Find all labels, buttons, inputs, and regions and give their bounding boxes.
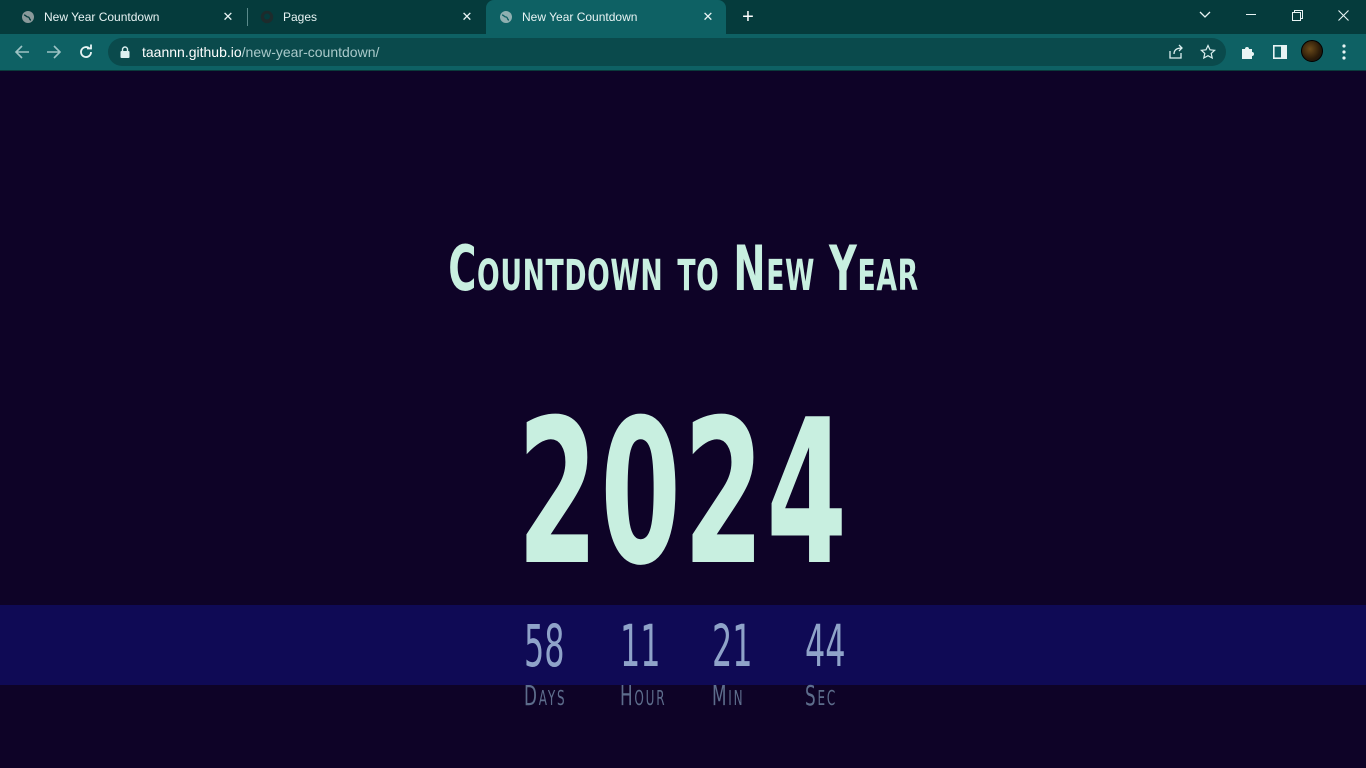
tab-new-year-countdown-2[interactable]: New Year Countdown ✕ xyxy=(486,0,726,34)
url-path: /new-year-countdown/ xyxy=(241,44,380,60)
forward-button[interactable] xyxy=(40,38,68,66)
close-icon[interactable]: ✕ xyxy=(457,7,477,27)
profile-avatar[interactable] xyxy=(1301,40,1323,62)
reload-icon xyxy=(80,44,92,58)
minimize-button[interactable] xyxy=(1228,0,1274,30)
seconds-label: Sec xyxy=(805,679,838,712)
page-title: Countdown to New Year xyxy=(0,229,1366,309)
new-tab-button[interactable]: + xyxy=(736,5,760,29)
countdown-hours: 11 Hour xyxy=(620,613,697,713)
seconds-value: 44 xyxy=(805,612,846,680)
countdown-minutes: 21 Min xyxy=(712,613,786,713)
days-label: Days xyxy=(524,679,567,712)
url-text: taannn.github.io/new-year-countdown/ xyxy=(142,44,379,60)
days-value: 58 xyxy=(524,612,565,680)
arrow-left-icon xyxy=(14,45,29,59)
menu-button[interactable] xyxy=(1330,38,1358,66)
restore-icon xyxy=(1291,9,1303,21)
target-year-text: 2024 xyxy=(516,377,850,610)
minimize-icon xyxy=(1246,14,1256,15)
hours-label: Hour xyxy=(620,679,667,712)
side-panel-button[interactable] xyxy=(1266,38,1294,66)
globe-icon xyxy=(20,9,36,25)
hours-value: 11 xyxy=(620,612,661,680)
target-year: 2024 xyxy=(0,389,1366,599)
close-icon[interactable]: ✕ xyxy=(698,7,718,27)
more-vertical-icon xyxy=(1342,44,1346,60)
share-button[interactable] xyxy=(1162,38,1190,66)
reload-button[interactable] xyxy=(72,38,100,66)
countdown-days: 58 Days xyxy=(524,613,598,713)
bookmark-button[interactable] xyxy=(1194,38,1222,66)
share-icon xyxy=(1169,44,1183,59)
side-panel-icon xyxy=(1273,45,1287,59)
close-window-button[interactable] xyxy=(1320,0,1366,30)
tab-title: New Year Countdown xyxy=(44,10,160,24)
tab-title: New Year Countdown xyxy=(522,10,638,24)
chevron-down-icon xyxy=(1199,11,1211,18)
star-icon xyxy=(1200,44,1216,60)
extensions-button[interactable] xyxy=(1234,38,1262,66)
arrow-right-icon xyxy=(47,45,62,59)
address-bar[interactable]: taannn.github.io/new-year-countdown/ xyxy=(108,38,1226,66)
tab-strip: New Year Countdown ✕ Pages ✕ New Year Co… xyxy=(0,0,1366,34)
close-icon[interactable]: ✕ xyxy=(218,7,238,27)
countdown-seconds: 44 Sec xyxy=(805,613,879,713)
tab-pages[interactable]: Pages ✕ xyxy=(239,0,485,34)
restore-button[interactable] xyxy=(1274,0,1320,30)
url-host: taannn.github.io xyxy=(142,44,242,60)
puzzle-icon xyxy=(1242,47,1254,59)
minutes-label: Min xyxy=(712,679,745,712)
back-button[interactable] xyxy=(8,38,36,66)
page-content: Countdown to New Year 2024 58 Days 11 Ho… xyxy=(0,71,1366,768)
github-icon xyxy=(259,9,275,25)
close-icon xyxy=(1337,9,1349,21)
lock-icon[interactable] xyxy=(120,45,132,59)
globe-icon xyxy=(498,9,514,25)
browser-toolbar: taannn.github.io/new-year-countdown/ xyxy=(0,34,1366,70)
tab-search-button[interactable] xyxy=(1182,0,1228,30)
minutes-value: 21 xyxy=(712,612,753,680)
page-title-text: Countdown to New Year xyxy=(447,232,919,305)
tab-title: Pages xyxy=(283,10,318,24)
tab-new-year-countdown-1[interactable]: New Year Countdown ✕ xyxy=(0,0,246,34)
